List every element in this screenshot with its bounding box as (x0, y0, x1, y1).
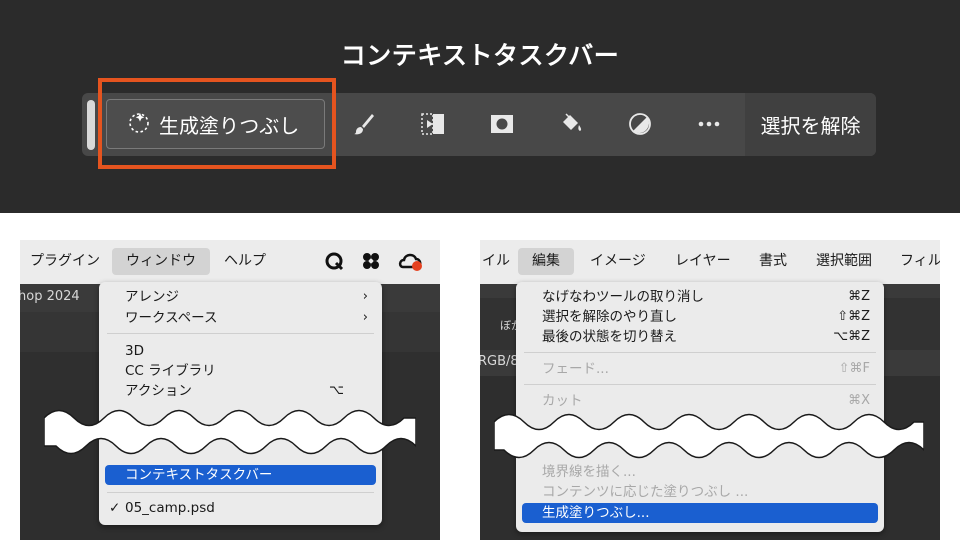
menu-item-shortcut: ⌥⌘Z (833, 329, 870, 344)
menu-item-label: フェード... (542, 361, 609, 377)
menu-item-label: 05_camp.psd (125, 500, 215, 516)
menu-item-redo[interactable]: 選択を解除のやり直し ⇧⌘Z (516, 307, 884, 327)
drag-handle[interactable] (87, 100, 95, 150)
menu-item-label: コンテキストタスクバー (125, 467, 273, 483)
section-title: コンテキストタスクバー (340, 41, 620, 70)
menu-divider (107, 333, 374, 334)
menu-type[interactable]: 書式 (745, 248, 801, 275)
menu-item-actions[interactable]: アクション ⌥ (99, 381, 382, 401)
menu-item-toggle-last-state[interactable]: 最後の状態を切り替え ⌥⌘Z (516, 327, 884, 347)
menu-item-label: 最後の状態を切り替え (542, 329, 677, 345)
edit-menu-panel: イル 編集 イメージ レイヤー 書式 選択範囲 フィル ぼか RGB/8 なげな… (480, 240, 940, 540)
menu-item-label: アレンジ (125, 289, 179, 305)
highlight-frame (98, 78, 336, 169)
menu-item-label: 選択を解除のやり直し (542, 309, 677, 325)
menu-item-shortcut: ⌥ (329, 383, 344, 398)
deselect-button[interactable]: 選択を解除 (745, 93, 876, 156)
menu-item-label: ワークスペース (125, 310, 218, 326)
menu-item-generative-fill[interactable]: 生成塗りつぶし... (522, 503, 878, 523)
menu-item-label: コンテンツに応じた塗りつぶし ... (542, 484, 749, 500)
menu-item-cc-libraries[interactable]: CC ライブラリ (99, 361, 382, 381)
more-icon[interactable] (693, 108, 725, 140)
adjustment-icon[interactable] (624, 108, 656, 140)
menu-help[interactable]: ヘルプ (210, 248, 280, 275)
menu-item-label: CC ライブラリ (125, 363, 216, 379)
menu-divider (524, 384, 876, 385)
menu-select[interactable]: 選択範囲 (802, 248, 886, 275)
submenu-chevron-icon: › (362, 310, 368, 325)
menu-item-label: アクション (125, 383, 192, 399)
menu-item-3d[interactable]: 3D (99, 341, 382, 361)
menu-filter[interactable]: フィル (886, 248, 940, 275)
menu-item-arrange[interactable]: アレンジ › (99, 287, 382, 307)
menu-item-label: なげなわツールの取り消し (542, 289, 704, 305)
transform-icon[interactable] (417, 108, 449, 140)
submenu-chevron-icon: › (362, 289, 368, 304)
menu-item-shortcut: ⌘Z (848, 289, 870, 304)
menu-item-shortcut: ⌘X (848, 393, 870, 408)
window-dropdown-menu: アレンジ › ワークスペース › 3D CC ライブラリ アクション ⌥ コンテ… (99, 282, 382, 525)
menu-item-undo[interactable]: なげなわツールの取り消し ⌘Z (516, 287, 884, 307)
menubar: プラグイン ウィンドウ ヘルプ (20, 240, 440, 284)
menu-item-label: 生成塗りつぶし... (542, 505, 650, 521)
menu-edit[interactable]: 編集 (518, 248, 574, 275)
menu-item-document[interactable]: ✓ 05_camp.psd (99, 498, 382, 518)
wavy-cut-divider (44, 409, 416, 455)
menu-window[interactable]: ウィンドウ (112, 248, 210, 275)
menu-item-shortcut: ⇧⌘F (838, 361, 870, 376)
document-tab-mode[interactable]: RGB/8 (480, 354, 519, 369)
menu-item-content-aware-fill: コンテンツに応じた塗りつぶし ... (516, 482, 884, 502)
edit-dropdown-menu: なげなわツールの取り消し ⌘Z 選択を解除のやり直し ⇧⌘Z 最後の状態を切り替… (516, 282, 884, 532)
creative-cloud-icon[interactable] (398, 249, 424, 277)
fill-icon[interactable] (555, 108, 587, 140)
mask-icon[interactable] (486, 108, 518, 140)
menu-item-workspace[interactable]: ワークスペース › (99, 308, 382, 328)
menu-divider (107, 492, 374, 493)
document-tab-title[interactable]: hop 2024 (20, 289, 80, 304)
menu-divider (524, 352, 876, 353)
menu-layer[interactable]: レイヤー (661, 248, 745, 275)
menu-item-label: 境界線を描く... (542, 464, 636, 480)
menu-plugins[interactable]: プラグイン (20, 248, 114, 275)
window-menu-panel: プラグイン ウィンドウ ヘルプ hop 2024 アレンジ › ワークスペース … (20, 240, 440, 540)
menu-item-contextual-taskbar[interactable]: コンテキストタスクバー (105, 465, 376, 485)
menu-item-cut: カット ⌘X (516, 391, 884, 411)
menu-item-shortcut: ⇧⌘Z (837, 309, 870, 324)
menu-item-label: カット (542, 393, 583, 409)
wavy-cut-divider (494, 413, 924, 459)
contextual-taskbar-section: コンテキストタスクバー 生成塗りつぶし 選択を解除 (0, 0, 960, 213)
menubar: イル 編集 イメージ レイヤー 書式 選択範囲 フィル (480, 240, 940, 284)
checkmark-icon: ✓ (109, 500, 121, 516)
menu-item-label: 3D (125, 343, 144, 359)
brush-icon[interactable] (348, 108, 380, 140)
menu-item-stroke: 境界線を描く... (516, 462, 884, 482)
menu-item-fade: フェード... ⇧⌘F (516, 359, 884, 379)
search-q-icon[interactable] (323, 250, 345, 276)
clover-icon[interactable] (360, 250, 382, 276)
menu-image[interactable]: イメージ (576, 248, 660, 275)
